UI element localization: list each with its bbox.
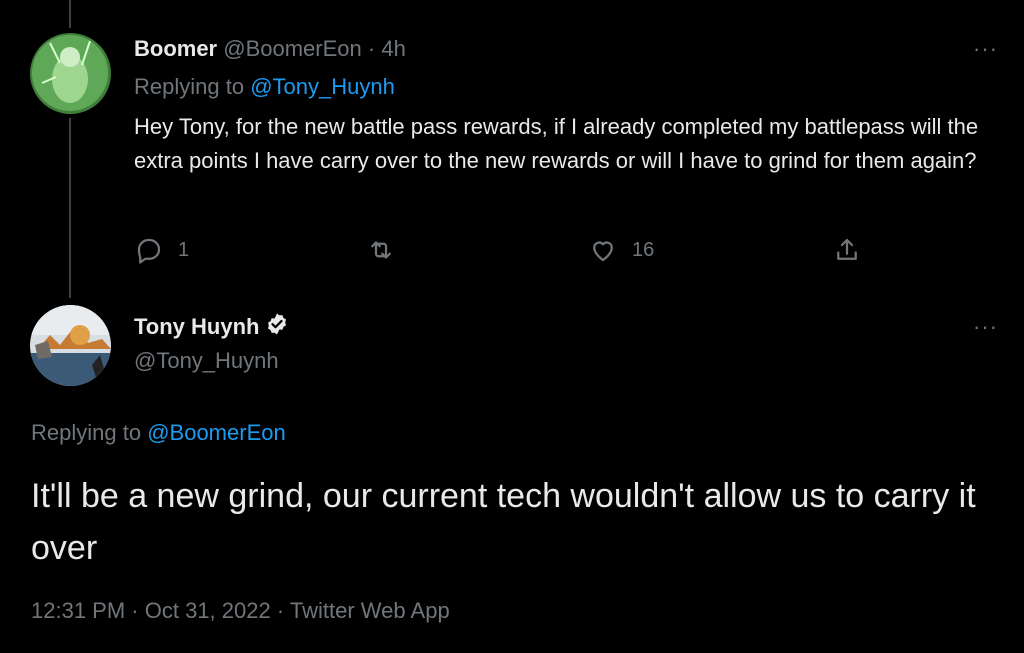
tony-display-name[interactable]: Tony Huynh xyxy=(134,314,259,340)
tony-avatar[interactable] xyxy=(30,305,111,386)
reply-icon xyxy=(134,235,164,265)
reply-body-text: Hey Tony, for the new battle pass reward… xyxy=(134,114,979,173)
replying-to-mention[interactable]: @Tony_Huynh xyxy=(250,74,395,99)
reply-more-icon[interactable]: ··· xyxy=(973,38,998,60)
like-button[interactable]: 16 xyxy=(588,232,654,268)
boomer-display-name[interactable]: Boomer xyxy=(134,36,217,61)
retweet-icon xyxy=(366,235,396,265)
boomer-avatar[interactable] xyxy=(30,33,111,114)
replying-to-mention[interactable]: @BoomerEon xyxy=(147,420,286,445)
tweet-time[interactable]: 12:31 PM xyxy=(31,598,125,623)
reply-header: Boomer @BoomerEon · 4h xyxy=(134,36,406,62)
share-icon xyxy=(832,235,862,265)
main-tweet-text: It'll be a new grind, our current tech w… xyxy=(31,477,976,567)
meta-separator: · xyxy=(276,598,285,623)
share-button[interactable] xyxy=(832,232,862,268)
tweet-date[interactable]: Oct 31, 2022 xyxy=(145,598,271,623)
reply-timestamp[interactable]: 4h xyxy=(381,36,405,61)
main-more-icon[interactable]: ··· xyxy=(973,316,998,338)
tweet-metadata: 12:31 PM · Oct 31, 2022 · Twitter Web Ap… xyxy=(31,598,450,624)
boomer-handle[interactable]: @BoomerEon xyxy=(223,36,362,61)
replying-to-prefix: Replying to xyxy=(134,74,245,99)
verified-badge-icon xyxy=(265,312,289,342)
thread-connector-top xyxy=(69,0,71,28)
reply-count: 1 xyxy=(178,238,190,261)
thread-connector xyxy=(69,118,71,298)
reply-button[interactable]: 1 xyxy=(134,232,189,268)
like-icon xyxy=(588,235,618,265)
tweet-thread: Boomer @BoomerEon · 4h ··· Replying to @… xyxy=(0,0,1024,653)
tony-name-row: Tony Huynh xyxy=(134,312,289,342)
retweet-button[interactable] xyxy=(366,232,396,268)
tony-handle[interactable]: @Tony_Huynh xyxy=(134,348,279,374)
like-count: 16 xyxy=(632,238,655,261)
main-replying-to: Replying to @BoomerEon xyxy=(31,420,286,446)
meta-separator: · xyxy=(131,598,139,623)
tweet-source: Twitter Web App xyxy=(289,598,450,623)
replying-to-prefix: Replying to xyxy=(31,420,142,445)
header-separator: · xyxy=(367,36,376,61)
reply-replying-to: Replying to @Tony_Huynh xyxy=(134,74,395,100)
